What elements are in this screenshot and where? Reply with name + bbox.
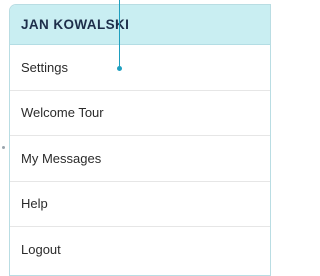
menu-item-label: Logout [21,242,61,258]
menu-item-welcome-tour[interactable]: Welcome Tour [10,91,270,136]
menu-item-help[interactable]: Help [10,182,270,227]
connector-dot [2,146,5,149]
menu-item-label: Settings [21,59,68,75]
menu-item-label: My Messages [21,150,102,166]
menu-item-label: Help [21,196,48,212]
menu-item-label: Welcome Tour [21,105,104,121]
callout-pointer-dot [117,66,122,71]
user-dropdown-menu: JAN KOWALSKI Settings Welcome Tour My Me… [9,4,271,276]
menu-item-logout[interactable]: Logout [10,227,270,273]
user-name: JAN KOWALSKI [21,17,130,32]
stage: JAN KOWALSKI Settings Welcome Tour My Me… [0,0,271,276]
menu-item-settings[interactable]: Settings [10,45,270,91]
callout-pointer-line [119,0,120,68]
menu-item-my-messages[interactable]: My Messages [10,136,270,182]
menu-header: JAN KOWALSKI [10,5,270,45]
